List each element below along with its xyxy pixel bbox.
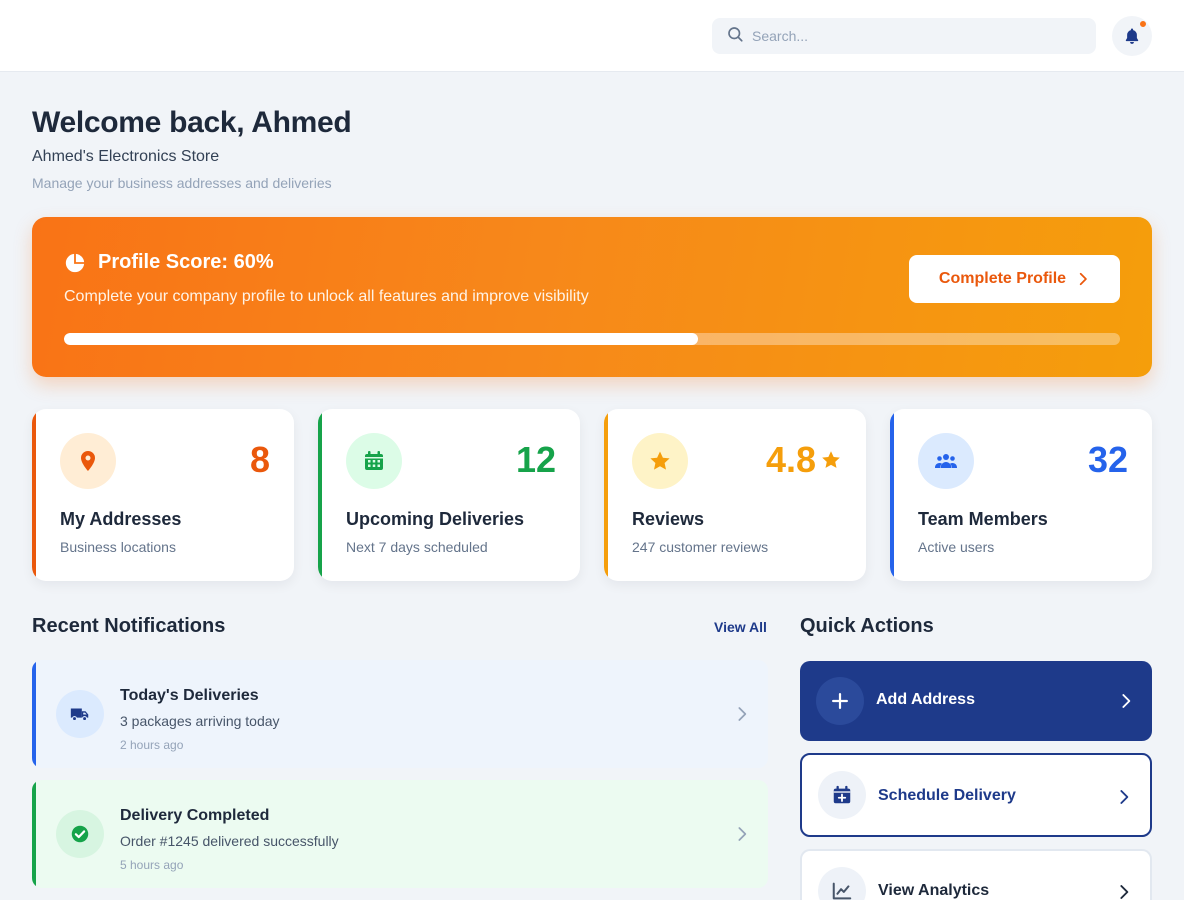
add-address-button[interactable]: Add Address [800,661,1152,741]
chevron-right-icon [734,826,750,842]
search-input[interactable] [752,28,1072,44]
stat-card-team[interactable]: 32 Team Members Active users [890,409,1152,581]
notification-description: Order #1245 delivered successfully [120,833,339,849]
recent-notifications-title: Recent Notifications [32,615,226,637]
notification-time: 5 hours ago [120,858,184,872]
stat-card-reviews[interactable]: 4.8 Reviews 247 customer reviews [604,409,866,581]
calendar-plus-icon [818,771,866,819]
search-icon [726,25,744,48]
stat-label: My Addresses [60,509,182,529]
notification-title: Delivery Completed [120,807,270,824]
notification-item[interactable]: Today's Deliveries 3 packages arriving t… [32,660,768,768]
stat-label: Reviews [632,509,705,529]
check-circle-icon [56,810,104,858]
users-icon [918,433,974,489]
profile-score-title: Profile Score: 60% [98,251,274,273]
page-subtitle: Manage your business addresses and deliv… [32,175,332,191]
notification-title: Today's Deliveries [120,687,259,704]
chevron-right-icon [1116,789,1132,805]
stat-card-deliveries[interactable]: 12 Upcoming Deliveries Next 7 days sched… [318,409,580,581]
profile-progress-bar [64,333,1120,345]
complete-profile-label: Complete Profile [938,270,1067,287]
top-bar [0,0,1184,72]
stat-card-addresses[interactable]: 8 My Addresses Business locations [32,409,294,581]
stat-subtext: Next 7 days scheduled [346,539,488,555]
stat-value: 12 [515,439,556,480]
rating-value: 4.8 [765,439,816,480]
quick-action-label: View Analytics [878,882,990,899]
chevron-right-icon [1066,272,1090,286]
stat-subtext: 247 customer reviews [632,539,769,555]
search-box[interactable] [712,18,1096,54]
star-icon [816,449,842,471]
notification-item[interactable]: Delivery Completed Order #1245 delivered… [32,780,768,888]
stat-value: 32 [1087,439,1128,480]
chevron-right-icon [1118,693,1134,709]
star-icon [632,433,688,489]
profile-progress-fill [64,333,698,345]
quick-actions-title: Quick Actions [800,615,934,637]
chevron-right-icon [734,706,750,722]
stat-label: Team Members [918,509,1048,529]
store-name: Ahmed's Electronics Store [32,148,220,165]
notification-description: 3 packages arriving today [120,713,280,729]
plus-icon [816,677,864,725]
profile-score-description: Complete your company profile to unlock … [64,288,589,305]
stat-value: 8 [249,439,270,480]
stat-subtext: Active users [918,539,995,555]
schedule-delivery-button[interactable]: Schedule Delivery [800,753,1152,837]
complete-profile-button[interactable]: Complete Profile [909,255,1120,303]
pie-chart-icon [64,252,98,274]
notifications-button[interactable] [1112,16,1152,56]
truck-icon [56,690,104,738]
view-analytics-button[interactable]: View Analytics [800,849,1152,900]
bell-icon [1123,27,1141,45]
map-pin-icon [60,433,116,489]
notification-time: 2 hours ago [120,738,184,752]
quick-action-label: Schedule Delivery [878,787,1016,804]
chart-line-icon [818,867,866,900]
profile-score-banner: Profile Score: 60% Complete your company… [32,217,1152,377]
notification-badge [1139,20,1147,28]
chevron-right-icon [1116,884,1132,900]
view-all-link[interactable]: View All [714,619,767,635]
stat-value: 4.8 [766,439,842,481]
stat-label: Upcoming Deliveries [346,509,525,529]
page-title: Welcome back, Ahmed [32,106,352,139]
quick-action-label: Add Address [876,691,975,708]
stat-subtext: Business locations [60,539,176,555]
calendar-icon [346,433,402,489]
